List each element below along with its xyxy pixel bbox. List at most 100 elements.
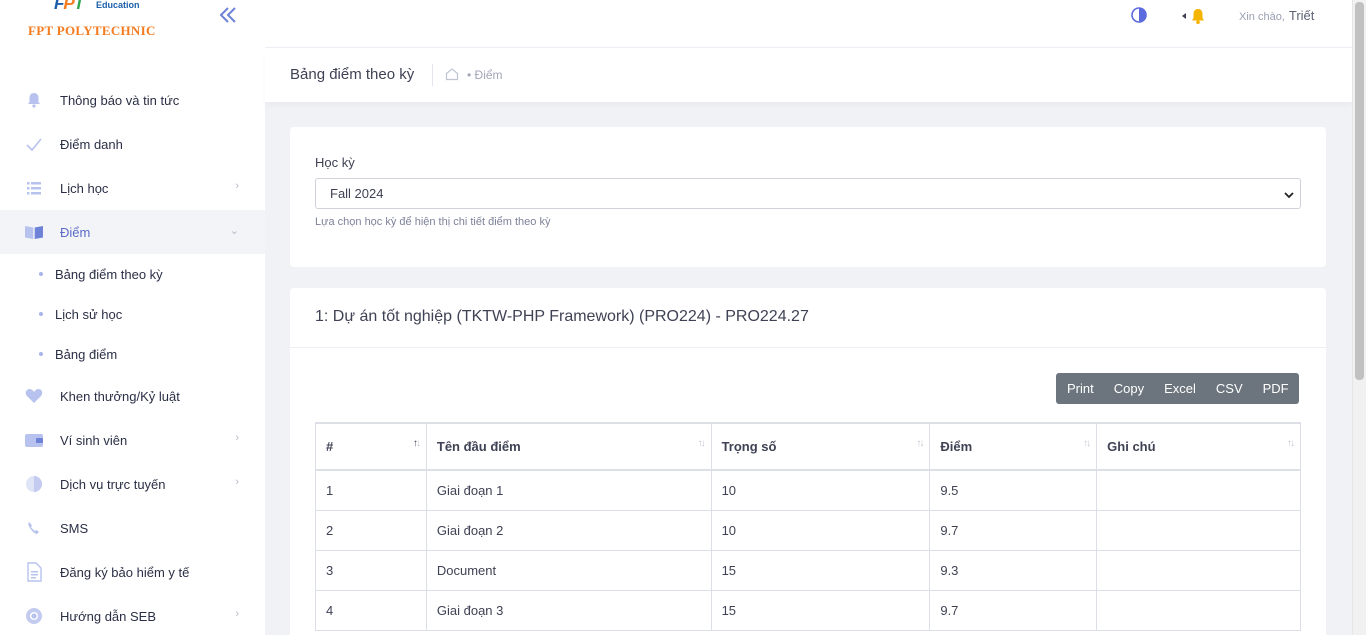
column-header-score[interactable]: Điểm ↑↓ <box>929 422 1098 471</box>
sidebar-item-attendance[interactable]: Điểm danh <box>0 122 265 166</box>
cell-grade-item: Giai đoạn 2 <box>425 509 712 551</box>
cell-score: 9.3 <box>929 549 1098 591</box>
chevron-right-icon: › <box>235 476 239 488</box>
user-greeting[interactable]: Xin chào, Triết <box>1239 8 1314 23</box>
sidebar-item-student-wallet[interactable]: Ví sinh viên › <box>0 418 265 462</box>
sidebar-subitem-transcript[interactable]: Bảng điểm <box>0 334 265 374</box>
divider <box>432 64 433 86</box>
table-row: 3 Document 15 9.3 <box>315 549 1301 591</box>
cell-note <box>1096 589 1301 631</box>
sidebar-item-label: Đăng ký bảo hiểm y tế <box>60 564 190 580</box>
semester-label: Học kỳ <box>315 155 355 170</box>
cell-score: 9.7 <box>929 509 1098 551</box>
logo-polytechnic-text: FPT POLYTECHNIC <box>28 23 156 38</box>
sidebar-item-grades[interactable]: Điểm ⌄ <box>0 210 265 254</box>
home-icon[interactable] <box>445 67 459 81</box>
sidebar-subitem-label: Bảng điểm <box>55 346 118 362</box>
sidebar-item-label: Lịch học <box>60 180 109 196</box>
cell-weight: 15 <box>710 549 931 591</box>
sidebar-item-seb-guide[interactable]: Hướng dẫn SEB › <box>0 594 265 635</box>
sidebar: FPT Education FPT POLYTECHNIC Thông báo … <box>0 0 265 635</box>
table-header-row: # ↑↓ Tên đầu điểm ↑↓ Trọng số ↑↓ Điểm ↑↓ Ghi… <box>315 422 1301 471</box>
chevron-right-icon: › <box>235 608 239 620</box>
breadcrumb-grades[interactable]: • Điểm <box>467 68 503 82</box>
divider <box>290 347 1326 348</box>
table-row: 2 Giai đoạn 2 10 9.7 <box>315 509 1301 551</box>
sidebar-item-label: Hướng dẫn SEB <box>60 608 157 624</box>
wallet-icon <box>24 430 44 450</box>
bullet-dot <box>39 312 43 316</box>
sidebar-item-rewards-discipline[interactable]: Khen thưởng/Kỷ luật <box>0 374 265 418</box>
semester-hint: Lựa chọn học kỳ để hiện thị chi tiết điể… <box>315 216 551 228</box>
scrollbar-thumb[interactable] <box>1355 2 1364 380</box>
fpt-logo-mark: FPT <box>54 0 84 13</box>
cell-grade-item: Document <box>425 549 712 591</box>
sidebar-item-label: Ví sinh viên <box>60 432 128 448</box>
page-subheader: Bảng điểm theo kỳ • Điểm <box>265 48 1352 102</box>
cell-score: 9.5 <box>929 469 1098 511</box>
bullet-dot <box>39 272 43 276</box>
collapse-sidebar-icon[interactable] <box>218 6 240 26</box>
column-header-label: Trọng số <box>721 439 777 454</box>
semester-card: Học kỳ Fall 2024 Lựa chọn học kỳ để hiện… <box>290 127 1326 267</box>
cell-weight: 15 <box>710 589 931 631</box>
logo-education-text: Education <box>96 0 140 10</box>
cell-note <box>1096 509 1301 551</box>
table-row: 4 Giai đoạn 3 15 9.7 <box>315 589 1301 631</box>
cell-note <box>1096 469 1301 511</box>
chevron-right-icon: › <box>235 432 239 444</box>
sort-icon: ↑↓ <box>1287 438 1295 449</box>
sidebar-item-notifications[interactable]: Thông báo và tin tức <box>0 78 265 122</box>
column-header-label: Ghi chú <box>1107 439 1156 454</box>
cell-note <box>1096 549 1301 591</box>
cell-index: 4 <box>315 589 427 631</box>
sidebar-subitem-term-grades[interactable]: Bảng điểm theo kỳ <box>0 254 265 294</box>
notifications-button[interactable] <box>1178 6 1208 26</box>
sidebar-menu: Thông báo và tin tức Điểm danh Lịch học … <box>0 78 265 635</box>
column-header-label: # <box>326 439 334 454</box>
print-button[interactable]: Print <box>1056 373 1104 404</box>
bullet-dot <box>39 352 43 356</box>
cell-index: 1 <box>315 469 427 511</box>
greeting-text: Xin chào, <box>1239 11 1285 23</box>
cell-weight: 10 <box>710 509 931 551</box>
column-header-label: Tên đầu điểm <box>436 439 521 454</box>
chevron-down-icon <box>1284 188 1294 199</box>
column-header-weight[interactable]: Trọng số ↑↓ <box>710 422 931 471</box>
sort-icon: ↑↓ <box>916 438 924 449</box>
sidebar-subitem-study-history[interactable]: Lịch sử học <box>0 294 265 334</box>
sidebar-item-label: Điểm danh <box>60 136 123 152</box>
sidebar-subitem-label: Bảng điểm theo kỳ <box>55 266 163 282</box>
excel-button[interactable]: Excel <box>1154 373 1206 404</box>
column-header-grade-item[interactable]: Tên đầu điểm ↑↓ <box>425 422 712 471</box>
sort-icon: ↑↓ <box>697 438 706 449</box>
sidebar-subitem-label: Lịch sử học <box>55 306 123 322</box>
sidebar-item-schedule[interactable]: Lịch học › <box>0 166 265 210</box>
list-icon <box>24 178 44 198</box>
globe-icon <box>24 474 44 494</box>
sidebar-item-health-insurance[interactable]: Đăng ký bảo hiểm y tế <box>0 550 265 594</box>
check-icon <box>24 134 44 154</box>
cell-grade-item: Giai đoạn 3 <box>425 589 712 631</box>
cell-index: 2 <box>315 509 427 551</box>
fpt-polytechnic-logo[interactable]: FPT Education FPT POLYTECHNIC <box>28 0 168 40</box>
course-title: 1: Dự án tốt nghiệp (TKTW-PHP Framework)… <box>315 308 809 325</box>
sidebar-item-label: Điểm <box>60 224 91 240</box>
bell-icon <box>24 90 44 110</box>
cell-score: 9.7 <box>929 589 1098 631</box>
sidebar-item-label: Dịch vụ trực tuyến <box>60 476 166 492</box>
column-header-note[interactable]: Ghi chú ↑↓ <box>1096 422 1301 471</box>
page-scrollbar[interactable] <box>1352 0 1366 635</box>
page-title: Bảng điểm theo kỳ <box>290 66 415 83</box>
chevron-right-icon: › <box>235 180 239 192</box>
copy-button[interactable]: Copy <box>1104 373 1154 404</box>
sidebar-item-sms[interactable]: SMS <box>0 506 265 550</box>
sidebar-item-online-services[interactable]: Dịch vụ trực tuyến › <box>0 462 265 506</box>
course-grades-card: 1: Dự án tốt nghiệp (TKTW-PHP Framework)… <box>290 288 1326 635</box>
column-header-index[interactable]: # ↑↓ <box>315 422 427 471</box>
theme-toggle-icon[interactable] <box>1131 7 1147 23</box>
user-name: Triết <box>1288 8 1315 23</box>
csv-button[interactable]: CSV <box>1206 373 1253 404</box>
semester-select[interactable]: Fall 2024 <box>315 178 1301 209</box>
pdf-button[interactable]: PDF <box>1253 373 1299 404</box>
